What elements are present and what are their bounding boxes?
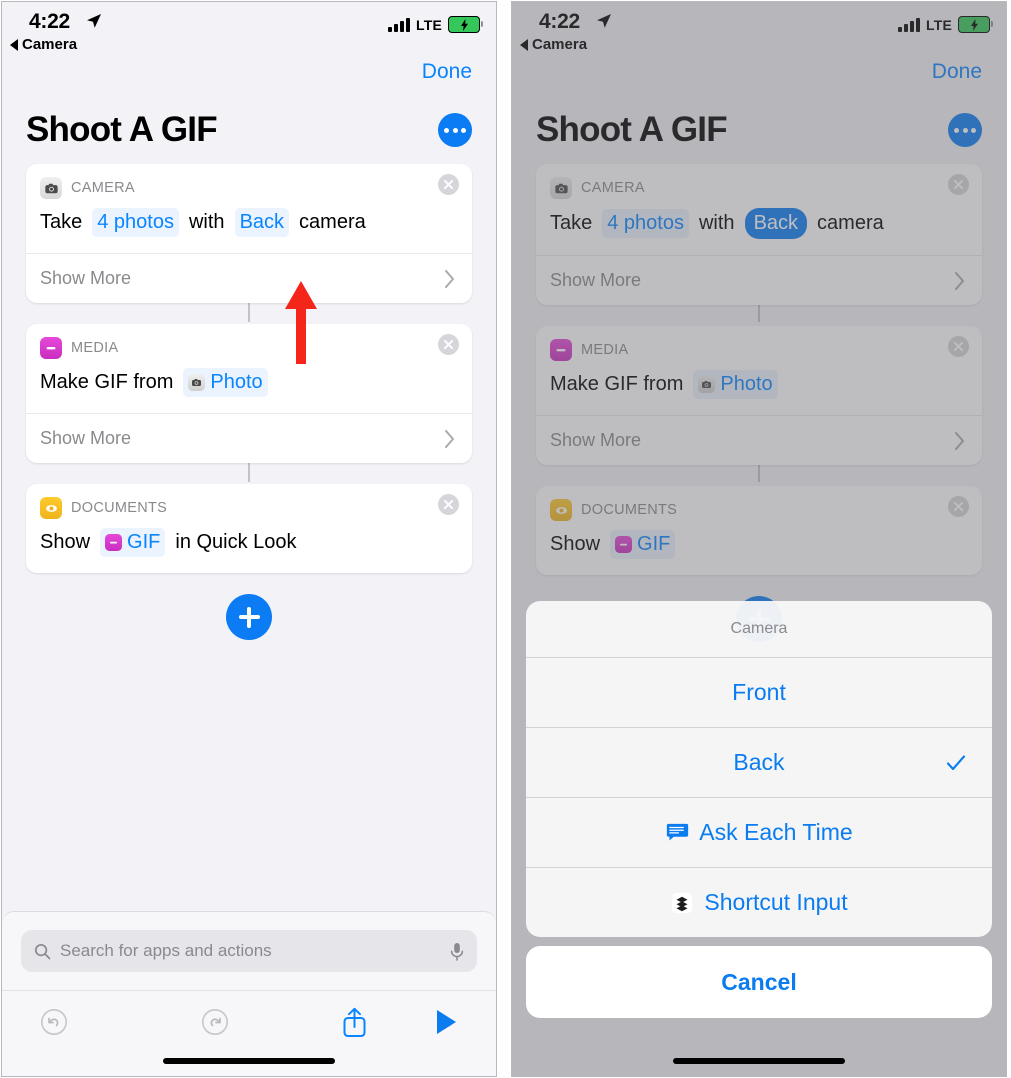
search-icon [34, 943, 51, 959]
home-indicator [163, 1058, 335, 1064]
option-label: Shortcut Input [704, 889, 848, 915]
right-phone-screen: 4:22 Camera LTE Done Shoot A GIF CAMERA … [511, 1, 1007, 1077]
camera-app-icon [40, 177, 62, 199]
cellular-bars-icon [387, 17, 410, 32]
show-more-label: Show More [40, 268, 132, 288]
option-label: Ask Each Time [699, 819, 853, 845]
add-action-button[interactable] [226, 594, 272, 640]
option-label: Back [733, 749, 785, 775]
status-bar-back-to-camera[interactable]: Camera [10, 36, 77, 53]
page-title: Shoot A GIF [26, 110, 218, 149]
location-arrow-icon [86, 13, 102, 29]
action-sheet-cancel-button[interactable]: Cancel [526, 946, 992, 1018]
show-more-media[interactable]: Show More [26, 413, 472, 463]
media-app-icon [40, 337, 62, 359]
search-placeholder: Search for apps and actions [60, 941, 272, 960]
share-icon[interactable] [341, 1006, 368, 1038]
action-sheet: Camera Front Back Ask Each Time Shortcut… [526, 601, 992, 1018]
checkmark-icon [946, 754, 966, 770]
action-text-segment: camera [299, 211, 366, 233]
action-card-body: Make GIF from Photo [26, 359, 472, 413]
action-category-label: DOCUMENTS [71, 500, 168, 516]
action-category-label: MEDIA [71, 340, 119, 356]
remove-action-button[interactable] [438, 494, 459, 515]
action-sheet-option-ask-each-time[interactable]: Ask Each Time [526, 798, 992, 868]
screenshot-root: 4:22 Camera LTE Done Shoot A GIF CAMERA … [0, 0, 1011, 1078]
action-sheet-options: Camera Front Back Ask Each Time Shortcut… [526, 601, 992, 937]
action-list: CAMERA Take 4 photos with Back camera Sh… [2, 164, 496, 640]
action-sheet-option-front[interactable]: Front [526, 658, 992, 728]
ellipsis-dot [452, 127, 458, 133]
action-sheet-option-back[interactable]: Back [526, 728, 992, 798]
parameter-gif-input[interactable]: GIF [100, 528, 166, 557]
show-more-camera[interactable]: Show More [26, 253, 472, 303]
action-category-label: CAMERA [71, 180, 135, 196]
status-bar-indicators: LTE [387, 16, 483, 33]
camera-mini-icon [188, 374, 206, 391]
action-text-segment: in Quick Look [175, 531, 297, 553]
action-card-body: Show GIF in Quick Look [26, 519, 472, 573]
action-card-camera[interactable]: CAMERA Take 4 photos with Back camera Sh… [26, 164, 472, 303]
action-text-segment: Take [40, 211, 83, 233]
action-card-header: CAMERA [26, 164, 472, 199]
chevron-right-icon [445, 269, 454, 288]
ellipsis-dot [444, 127, 449, 133]
status-bar-back-label: Camera [22, 36, 78, 53]
quicklook-eye-icon [40, 497, 62, 519]
battery-charging-icon [448, 16, 483, 33]
action-card-media[interactable]: MEDIA Make GIF from Photo Show More [26, 324, 472, 463]
action-connector-line [248, 300, 250, 322]
search-wrap: Search for apps and actions [2, 912, 496, 972]
more-options-button[interactable] [438, 113, 472, 147]
action-card-header: DOCUMENTS [26, 484, 472, 519]
action-card-body: Take 4 photos with Back camera [26, 199, 472, 253]
parameter-label: Photo [210, 371, 263, 393]
action-text-segment: Show [40, 531, 91, 553]
microphone-icon[interactable] [450, 942, 464, 961]
parameter-photo-count[interactable]: 4 photos [92, 208, 179, 237]
action-text-segment: Make GIF from [40, 371, 174, 393]
action-card-documents[interactable]: DOCUMENTS Show GIF in Quick Look [26, 484, 472, 573]
remove-action-button[interactable] [438, 174, 459, 195]
parameter-photo-source[interactable]: Photo [183, 368, 268, 397]
play-icon[interactable] [434, 1008, 458, 1036]
page-title-row: Shoot A GIF [2, 96, 496, 164]
action-text-segment: with [188, 211, 225, 233]
action-sheet-option-shortcut-input[interactable]: Shortcut Input [526, 868, 992, 937]
show-more-label: Show More [40, 428, 132, 448]
chevron-right-icon [445, 429, 454, 448]
redo-icon[interactable] [201, 1008, 229, 1036]
shortcut-input-icon [670, 891, 694, 915]
home-indicator [673, 1058, 845, 1064]
parameter-camera-side[interactable]: Back [234, 208, 290, 237]
back-triangle-icon [10, 38, 18, 51]
carrier-label: LTE [415, 16, 442, 33]
undo-icon[interactable] [40, 1008, 68, 1036]
search-input[interactable]: Search for apps and actions [21, 930, 477, 972]
status-bar: 4:22 Camera LTE [2, 2, 496, 60]
parameter-label: GIF [127, 531, 161, 553]
speech-bubble-icon [665, 821, 689, 845]
remove-action-button[interactable] [438, 334, 459, 355]
action-connector-line [248, 460, 250, 482]
action-card-header: MEDIA [26, 324, 472, 359]
status-bar-time: 4:22 [29, 10, 70, 33]
media-mini-icon [105, 534, 123, 551]
left-phone-screen: 4:22 Camera LTE Done Shoot A GIF CAMERA … [1, 1, 497, 1077]
nav-bar: Done [2, 60, 496, 96]
done-button[interactable]: Done [422, 60, 472, 84]
editor-toolbar [2, 990, 496, 1053]
option-label: Front [732, 679, 786, 705]
action-sheet-title: Camera [526, 601, 992, 658]
ellipsis-dot [461, 127, 466, 133]
bottom-bar: Search for apps and actions [2, 911, 496, 1076]
